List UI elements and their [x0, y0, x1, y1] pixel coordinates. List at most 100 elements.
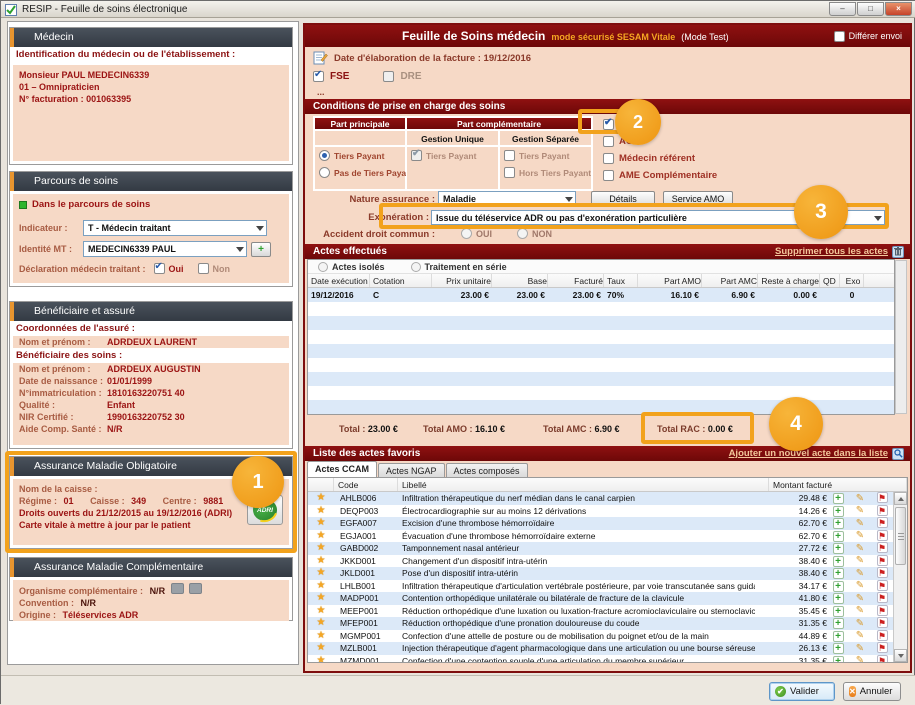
service-amo-button[interactable]: Service AMO	[663, 191, 733, 207]
add-act-icon[interactable]: +	[833, 643, 844, 654]
edit-act-icon[interactable]: ✎	[856, 643, 864, 654]
dre-checkbox[interactable]	[383, 71, 394, 82]
identite-mt-select[interactable]: MEDECIN6339 PAUL	[83, 241, 247, 257]
clear-organisme-button[interactable]	[189, 583, 202, 594]
star-icon[interactable]: ★	[308, 505, 334, 518]
favorite-act-row[interactable]: ★ MZLB001 Injection thérapeutique d'agen…	[308, 642, 893, 655]
edit-act-icon[interactable]: ✎	[856, 655, 864, 663]
search-acte-icon[interactable]	[892, 448, 904, 460]
favorite-act-row[interactable]: ★ MEEP001 Réduction orthopédique d'une l…	[308, 605, 893, 618]
accident-oui-radio[interactable]	[461, 228, 472, 239]
star-icon[interactable]: ★	[308, 492, 334, 505]
star-icon[interactable]: ★	[308, 605, 334, 618]
accident-non-radio[interactable]	[517, 228, 528, 239]
delete-act-icon[interactable]: ⚑	[877, 592, 888, 603]
medecin-referent-checkbox[interactable]	[603, 153, 614, 164]
edit-act-icon[interactable]: ✎	[856, 518, 864, 529]
edit-act-icon[interactable]: ✎	[856, 555, 864, 566]
gs-tiers-payant-checkbox[interactable]	[504, 150, 515, 161]
edit-act-icon[interactable]: ✎	[856, 605, 864, 616]
add-act-icon[interactable]: +	[833, 556, 844, 567]
edit-act-icon[interactable]: ✎	[856, 543, 864, 554]
add-act-icon[interactable]: +	[833, 506, 844, 517]
star-icon[interactable]: ★	[308, 580, 334, 593]
star-icon[interactable]: ★	[308, 542, 334, 555]
star-icon[interactable]: ★	[308, 617, 334, 630]
search-organisme-button[interactable]	[171, 583, 184, 594]
add-medecin-button[interactable]: +	[251, 242, 271, 257]
add-act-icon[interactable]: +	[833, 518, 844, 529]
close-button[interactable]: ×	[885, 2, 912, 16]
favorite-act-row[interactable]: ★ MGMP001 Confection d'une attelle de po…	[308, 630, 893, 643]
delete-act-icon[interactable]: ⚑	[877, 492, 888, 503]
favorite-act-row[interactable]: ★ MZMD001 Confection d'une contention so…	[308, 655, 893, 664]
annuler-button[interactable]: ✕ Annuler	[843, 682, 901, 701]
delete-act-icon[interactable]: ⚑	[877, 605, 888, 616]
maximize-button[interactable]: □	[857, 2, 884, 16]
fse-checkbox[interactable]	[313, 71, 324, 82]
indicateur-select[interactable]: T - Médecin traitant	[83, 220, 267, 236]
declaration-oui-checkbox[interactable]	[154, 263, 165, 274]
favoris-scrollbar[interactable]	[893, 492, 907, 662]
edit-act-icon[interactable]: ✎	[856, 505, 864, 516]
gu-tiers-payant-checkbox[interactable]	[411, 150, 422, 161]
add-act-icon[interactable]: +	[833, 656, 844, 664]
add-act-icon[interactable]: +	[833, 618, 844, 629]
ajouter-acte-link[interactable]: Ajouter un nouvel acte dans la liste	[729, 446, 888, 461]
add-act-icon[interactable]: +	[833, 631, 844, 642]
star-icon[interactable]: ★	[308, 517, 334, 530]
star-icon[interactable]: ★	[308, 630, 334, 643]
add-act-icon[interactable]: +	[833, 581, 844, 592]
delete-act-icon[interactable]: ⚑	[877, 542, 888, 553]
favorite-act-row[interactable]: ★ EGFA007 Excision d'une thrombose hémor…	[308, 517, 893, 530]
delete-act-icon[interactable]: ⚑	[877, 580, 888, 591]
delete-act-icon[interactable]: ⚑	[877, 655, 888, 664]
scrollbar-thumb[interactable]	[895, 507, 906, 565]
tab-actes-ccam[interactable]: Actes CCAM	[307, 461, 377, 477]
star-icon[interactable]: ★	[308, 655, 334, 664]
edit-act-icon[interactable]: ✎	[856, 530, 864, 541]
favorite-act-row[interactable]: ★ JKLD001 Pose d'un dispositif intra-uté…	[308, 567, 893, 580]
add-act-icon[interactable]: +	[833, 543, 844, 554]
valider-button[interactable]: ✔ Valider	[769, 682, 835, 701]
tab-actes-composes[interactable]: Actes composés	[446, 463, 528, 477]
favorite-act-row[interactable]: ★ DEQP003 Électrocardiographie sur au mo…	[308, 505, 893, 518]
edit-act-icon[interactable]: ✎	[856, 618, 864, 629]
tab-actes-ngap[interactable]: Actes NGAP	[378, 463, 445, 477]
actes-scrollbar[interactable]	[895, 260, 907, 414]
favorite-act-row[interactable]: ★ MFEP001 Réduction orthopédique d'une p…	[308, 617, 893, 630]
traitement-serie-radio[interactable]	[411, 262, 421, 272]
add-act-icon[interactable]: +	[833, 531, 844, 542]
add-act-icon[interactable]: +	[833, 568, 844, 579]
gs-hors-tiers-payant-checkbox[interactable]	[504, 167, 515, 178]
favorite-act-row[interactable]: ★ MADP001 Contention orthopédique unilat…	[308, 592, 893, 605]
favorite-act-row[interactable]: ★ EGJA001 Évacuation d'une thrombose hém…	[308, 530, 893, 543]
exoneration-select[interactable]: Issue du téléservice ADR ou pas d'exonér…	[431, 210, 885, 225]
edit-act-icon[interactable]: ✎	[856, 493, 864, 504]
edit-act-icon[interactable]: ✎	[856, 593, 864, 604]
acte-row[interactable]: 19/12/2016C 23.00 €23.00 € 23.00 €70% 16…	[308, 288, 894, 302]
favorite-act-row[interactable]: ★ JKKD001 Changement d'un dispositif int…	[308, 555, 893, 568]
favorite-act-row[interactable]: ★ GABD002 Tamponnement nasal antérieur 2…	[308, 542, 893, 555]
star-icon[interactable]: ★	[308, 530, 334, 543]
delete-act-icon[interactable]: ⚑	[877, 630, 888, 641]
favorite-act-row[interactable]: ★ AHLB006 Infiltration thérapeutique du …	[308, 492, 893, 505]
delete-act-icon[interactable]: ⚑	[877, 505, 888, 516]
declaration-non-checkbox[interactable]	[198, 263, 209, 274]
star-icon[interactable]: ★	[308, 567, 334, 580]
acs-checkbox[interactable]	[603, 136, 614, 147]
cmu-checkbox[interactable]	[603, 119, 614, 130]
delete-act-icon[interactable]: ⚑	[877, 517, 888, 528]
ame-checkbox[interactable]	[603, 170, 614, 181]
minimize-button[interactable]: –	[829, 2, 856, 16]
supprimer-actes-link[interactable]: Supprimer tous les actes	[775, 244, 888, 259]
delete-act-icon[interactable]: ⚑	[877, 530, 888, 541]
add-act-icon[interactable]: +	[833, 493, 844, 504]
favorite-act-row[interactable]: ★ LHLB001 Infiltration thérapeutique d'a…	[308, 580, 893, 593]
edit-act-icon[interactable]: ✎	[856, 568, 864, 579]
star-icon[interactable]: ★	[308, 642, 334, 655]
add-act-icon[interactable]: +	[833, 606, 844, 617]
delete-act-icon[interactable]: ⚑	[877, 617, 888, 628]
tiers-payant-radio[interactable]	[319, 150, 330, 161]
edit-act-icon[interactable]: ✎	[856, 630, 864, 641]
